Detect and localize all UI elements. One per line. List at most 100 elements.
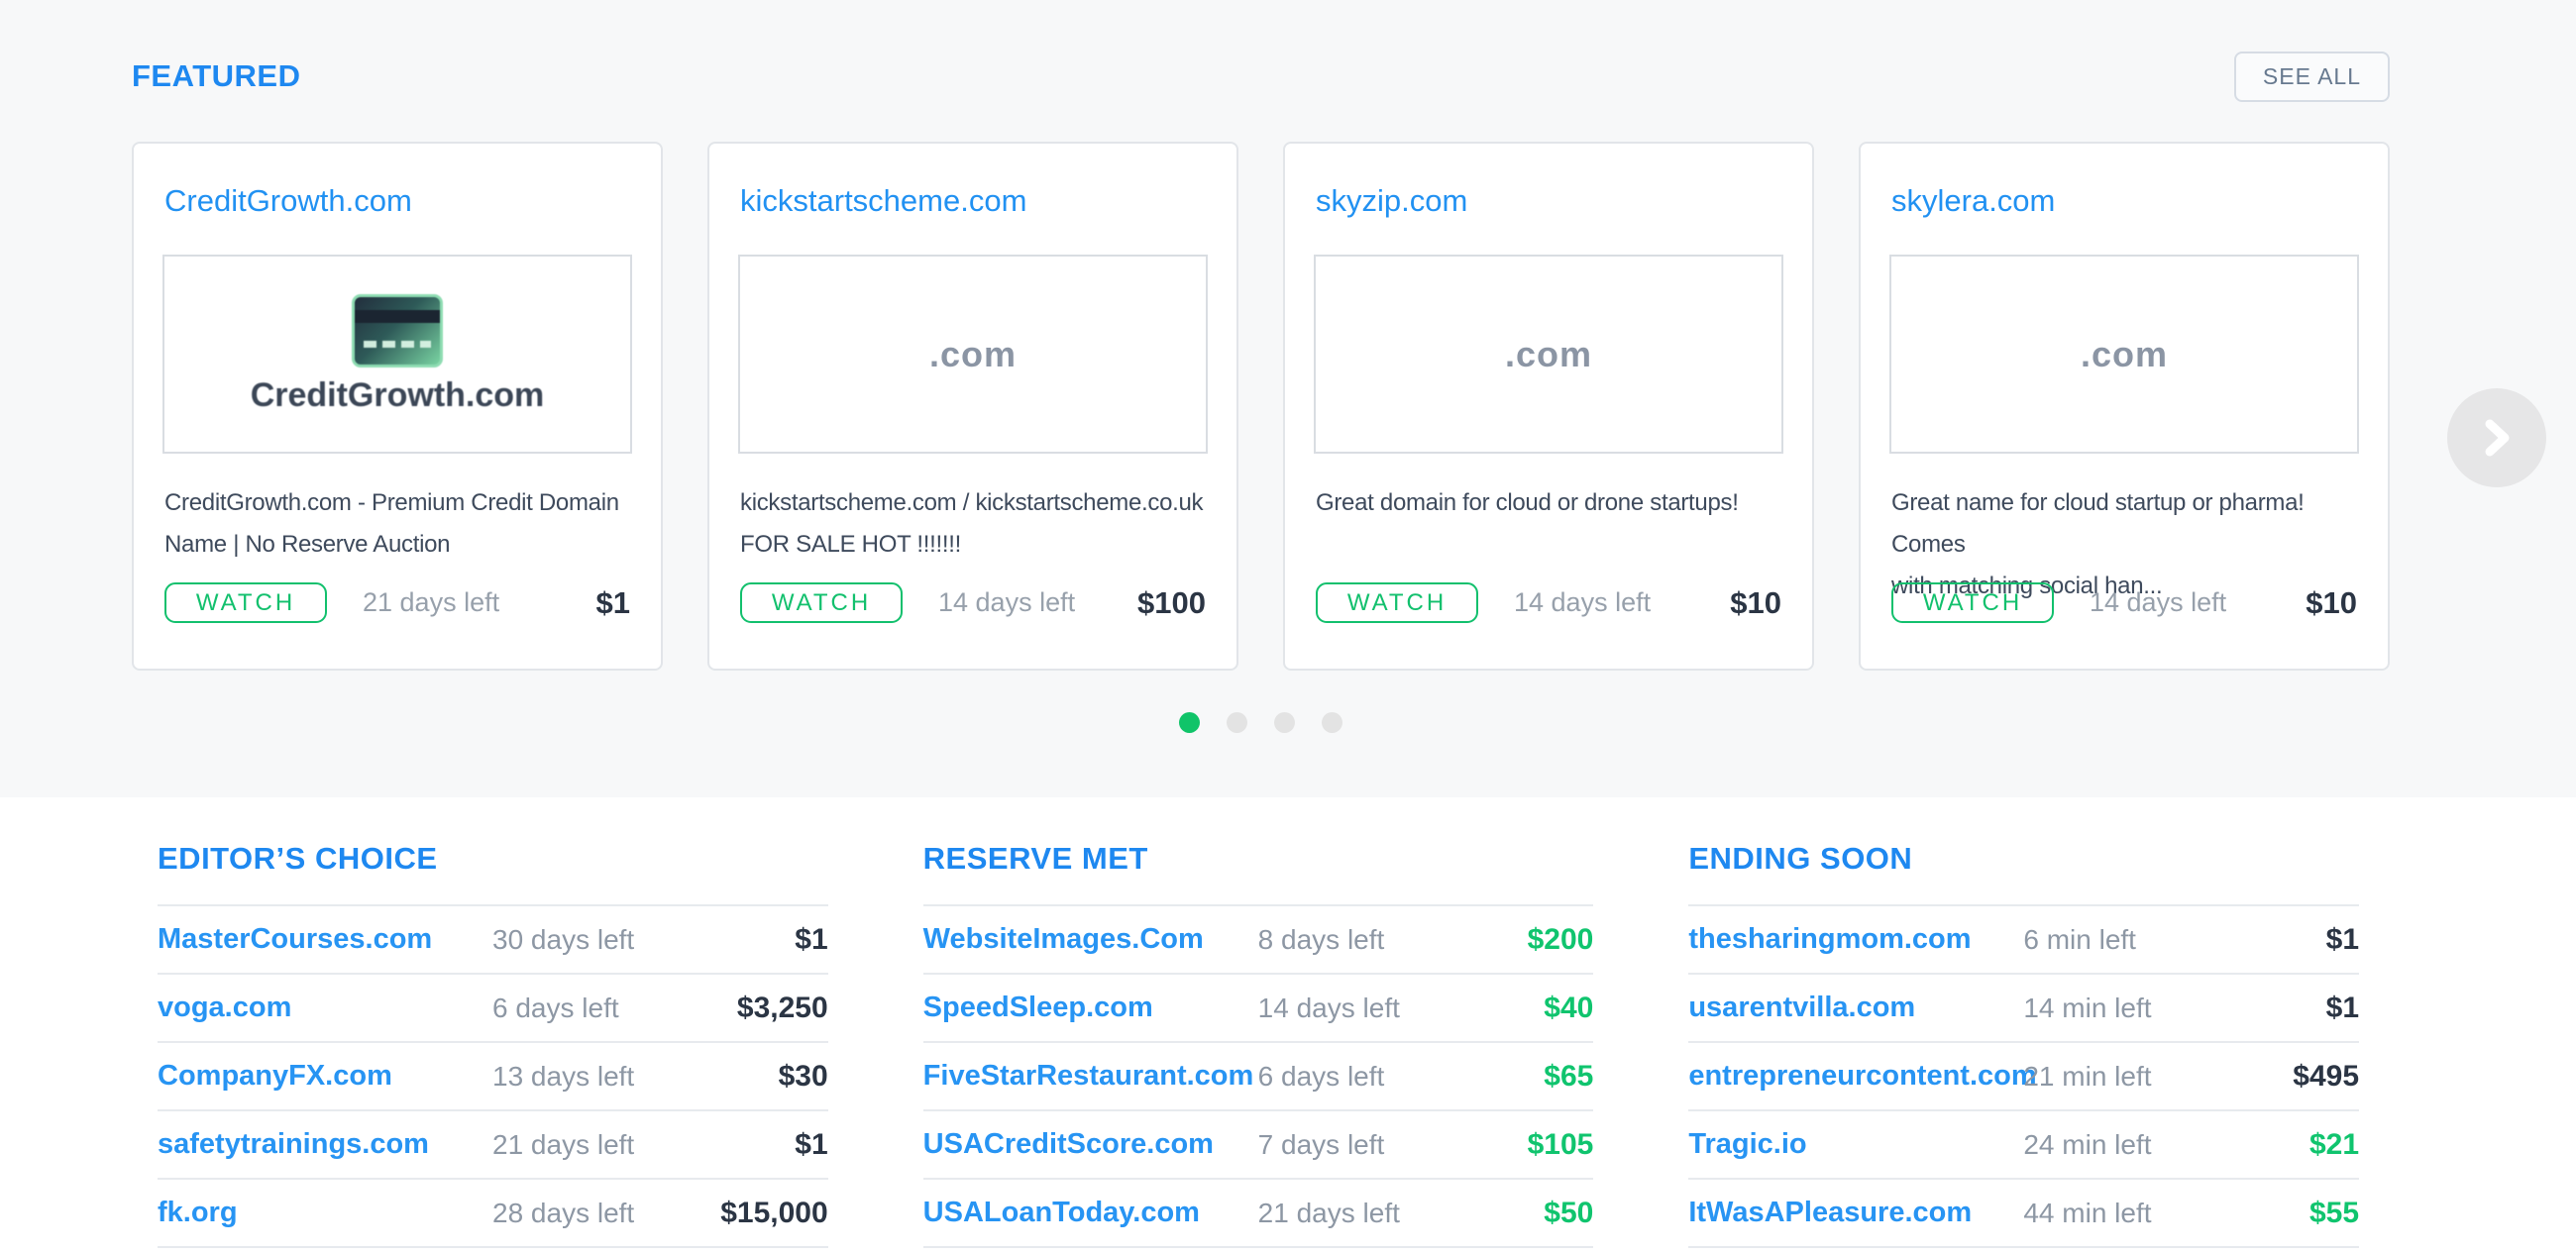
- time-left-label: 13 days left: [492, 1061, 634, 1093]
- carousel-pagination: [132, 712, 2390, 733]
- card-footer: WATCH 14 days left $10: [1316, 582, 1781, 623]
- current-bid-price: $40: [1544, 992, 1593, 1025]
- current-bid-price: $100: [1137, 585, 1206, 621]
- carousel-dot[interactable]: [1274, 712, 1295, 733]
- current-bid-price: $10: [1730, 585, 1781, 621]
- list-item: voga.com 6 days left $3,250: [158, 973, 828, 1041]
- time-left-label: 21 days left: [1258, 1198, 1400, 1229]
- card-thumbnail[interactable]: .com: [738, 255, 1208, 454]
- list-title: RESERVE MET: [923, 839, 1594, 879]
- domain-link[interactable]: CreditGrowth.com: [164, 183, 630, 219]
- list-item: CompanyFX.com 13 days left $30: [158, 1041, 828, 1109]
- domain-list-column: RESERVE MET WebsiteImages.Com 8 days lef…: [923, 839, 1594, 1254]
- current-bid-price: $495: [2293, 1060, 2359, 1094]
- current-bid-price: $55: [2309, 1197, 2359, 1230]
- tld-placeholder: .com: [929, 334, 1017, 375]
- time-left-label: 6 days left: [1258, 1061, 1385, 1093]
- list-item: WebsiteImages.Com 8 days left $200: [923, 904, 1594, 973]
- current-bid-price: $105: [1528, 1128, 1594, 1162]
- domain-link[interactable]: ItWasAPleasure.com: [1688, 1197, 1972, 1229]
- time-left-label: 21 days left: [492, 1129, 634, 1161]
- list-rows: WebsiteImages.Com 8 days left $200 Speed…: [923, 904, 1594, 1248]
- time-left-label: 28 days left: [492, 1198, 634, 1229]
- card-footer: WATCH 21 days left $1: [164, 582, 630, 623]
- list-item: Tragic.io 24 min left $21: [1688, 1109, 2359, 1178]
- time-left-label: 8 days left: [1258, 924, 1385, 956]
- time-left-label: 14 days left: [2090, 587, 2226, 618]
- time-left-label: 6 days left: [492, 993, 619, 1024]
- card-thumbnail[interactable]: CreditGrowth.com: [162, 255, 632, 454]
- list-item: FiveStarRestaurant.com 6 days left $65: [923, 1041, 1594, 1109]
- domain-link[interactable]: usarentvilla.com: [1688, 992, 1915, 1024]
- see-all-button[interactable]: SEE ALL: [2234, 52, 2390, 102]
- credit-card-stripe: [355, 310, 440, 323]
- domain-link[interactable]: SpeedSleep.com: [923, 992, 1153, 1024]
- card-description: Great domain for cloud or drone startups…: [1316, 482, 1781, 524]
- current-bid-price: $1: [2326, 992, 2359, 1025]
- current-bid-price: $15,000: [720, 1197, 827, 1230]
- domain-link[interactable]: kickstartscheme.com: [740, 183, 1206, 219]
- time-left-label: 21 min left: [2023, 1061, 2151, 1093]
- featured-header: FEATURED SEE ALL: [132, 0, 2390, 107]
- list-item: SpeedSleep.com 14 days left $40: [923, 973, 1594, 1041]
- carousel-dot[interactable]: [1322, 712, 1342, 733]
- domain-link[interactable]: MasterCourses.com: [158, 923, 432, 956]
- chevron-right-icon: [2475, 416, 2519, 460]
- tld-placeholder: .com: [1505, 334, 1592, 375]
- list-item: usarentvilla.com 14 min left $1: [1688, 973, 2359, 1041]
- domain-link[interactable]: skylera.com: [1891, 183, 2357, 219]
- domain-link[interactable]: fk.org: [158, 1197, 238, 1229]
- list-title: EDITOR’S CHOICE: [158, 839, 828, 879]
- time-left-label: 7 days left: [1258, 1129, 1385, 1161]
- time-left-label: 44 min left: [2023, 1198, 2151, 1229]
- current-bid-price: $1: [795, 1128, 827, 1162]
- list-item: USALoanToday.com 21 days left $50: [923, 1178, 1594, 1246]
- time-left-label: 30 days left: [492, 924, 634, 956]
- current-bid-price: $200: [1528, 923, 1594, 957]
- time-left-label: 14 days left: [938, 587, 1075, 618]
- domain-link[interactable]: skyzip.com: [1316, 183, 1781, 219]
- current-bid-price: $21: [2309, 1128, 2359, 1162]
- list-rows: MasterCourses.com 30 days left $1 voga.c…: [158, 904, 828, 1248]
- current-bid-price: $65: [1544, 1060, 1593, 1094]
- current-bid-price: $1: [596, 585, 630, 621]
- card-description: kickstartscheme.com / kickstartscheme.co…: [740, 482, 1206, 566]
- list-item: safetytrainings.com 21 days left $1: [158, 1109, 828, 1178]
- time-left-label: 6 min left: [2023, 924, 2136, 956]
- domain-card: skyzip.com .com Great domain for cloud o…: [1283, 142, 1814, 671]
- tld-placeholder: .com: [2081, 334, 2168, 375]
- domain-link[interactable]: FiveStarRestaurant.com: [923, 1060, 1254, 1093]
- list-item: entrepreneurcontent.com 21 min left $495: [1688, 1041, 2359, 1109]
- watch-button[interactable]: WATCH: [164, 582, 327, 623]
- creditgrowth-logo: CreditGrowth.com: [251, 294, 545, 415]
- card-thumbnail[interactable]: .com: [1889, 255, 2359, 454]
- domain-card: skylera.com .com Great name for cloud st…: [1859, 142, 2390, 671]
- domain-link[interactable]: safetytrainings.com: [158, 1128, 429, 1161]
- domain-link[interactable]: thesharingmom.com: [1688, 923, 1971, 956]
- watch-button[interactable]: WATCH: [1891, 582, 2054, 623]
- featured-cards-carousel: CreditGrowth.com CreditGrowth.com Credit…: [132, 142, 2390, 671]
- domain-list-column: ENDING SOON thesharingmom.com 6 min left…: [1688, 839, 2359, 1254]
- domain-lists-section: EDITOR’S CHOICE MasterCourses.com 30 day…: [0, 797, 2576, 1254]
- list-item: fk.org 28 days left $15,000: [158, 1178, 828, 1246]
- current-bid-price: $1: [2326, 923, 2359, 957]
- time-left-label: 14 min left: [2023, 993, 2151, 1024]
- featured-section-title: FEATURED: [132, 58, 300, 94]
- domain-link[interactable]: USACreditScore.com: [923, 1128, 1214, 1161]
- card-thumbnail[interactable]: .com: [1314, 255, 1783, 454]
- domain-link[interactable]: USALoanToday.com: [923, 1197, 1200, 1229]
- credit-card-number-line: [364, 341, 431, 348]
- carousel-dot[interactable]: [1179, 712, 1200, 733]
- time-left-label: 24 min left: [2023, 1129, 2151, 1161]
- featured-section: FEATURED SEE ALL CreditGrowth.com Credit…: [0, 0, 2576, 797]
- carousel-dot[interactable]: [1227, 712, 1247, 733]
- watch-button[interactable]: WATCH: [1316, 582, 1478, 623]
- domain-link[interactable]: entrepreneurcontent.com: [1688, 1060, 2036, 1093]
- time-left-label: 21 days left: [363, 587, 499, 618]
- carousel-next-button[interactable]: [2447, 388, 2546, 487]
- domain-link[interactable]: voga.com: [158, 992, 291, 1024]
- domain-link[interactable]: WebsiteImages.Com: [923, 923, 1204, 956]
- domain-link[interactable]: Tragic.io: [1688, 1128, 1806, 1161]
- watch-button[interactable]: WATCH: [740, 582, 903, 623]
- domain-link[interactable]: CompanyFX.com: [158, 1060, 392, 1093]
